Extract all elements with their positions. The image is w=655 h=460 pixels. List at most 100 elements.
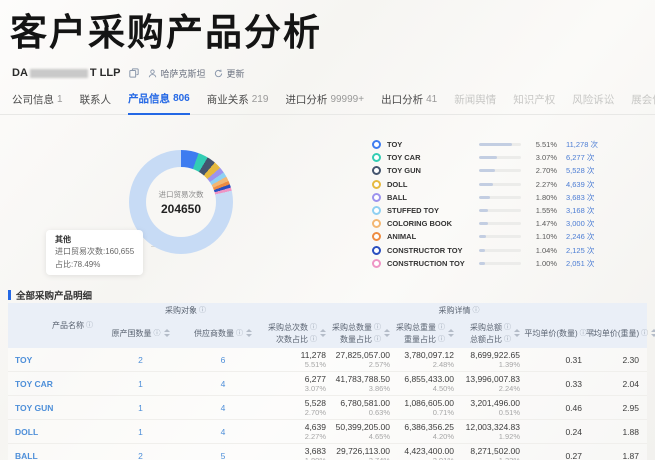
legend-count: 3,000 次	[566, 219, 595, 229]
legend-dot	[372, 192, 381, 202]
info-icon[interactable]	[86, 322, 93, 329]
avg-price-quantity-cell: 0.27	[524, 443, 596, 460]
legend-item-constructor-toy[interactable]: CONSTRUCTOR TOY 1.04% 2,125 次	[372, 244, 598, 257]
avg-price-quantity-cell: 0.46	[524, 395, 596, 420]
legend-item-stuffed-toy[interactable]: STUFFED TOY 1.55% 3,168 次	[372, 204, 598, 217]
tab-product-info[interactable]: 产品信息 806	[128, 88, 190, 115]
info-icon[interactable]	[641, 330, 648, 337]
tab-news[interactable]: 新闻舆情	[454, 88, 496, 114]
legend-label: TOY	[387, 140, 403, 150]
info-icon[interactable]	[199, 307, 206, 314]
col-total-amount: 采购总额 总额占比	[458, 318, 524, 348]
sort-icon[interactable]	[448, 329, 454, 337]
legend-percent: 1.04%	[535, 245, 557, 255]
legend-dot	[372, 166, 381, 176]
legend-item-construction-toy[interactable]: CONSTRUCTION TOY 1.00% 2,051 次	[372, 257, 598, 270]
legend-dot	[372, 245, 381, 255]
supplier-count[interactable]: 5	[178, 443, 268, 460]
avg-price-weight-cell: 2.04	[596, 371, 647, 396]
chart-legend: TOY 5.51% 11,278 次 TOY CAR 3.07% 6,277 次…	[372, 138, 598, 270]
donut-chart[interactable]: 进口贸易次数 204650	[129, 150, 233, 254]
person-icon	[148, 69, 157, 78]
sort-icon[interactable]	[164, 329, 170, 337]
tab-intellectual-property[interactable]: 知识产权	[513, 88, 555, 114]
product-name-link[interactable]: TOY GUN	[8, 395, 103, 420]
donut-center-value: 204650	[160, 201, 202, 216]
origin-country-count[interactable]: 2	[103, 443, 178, 460]
avg-price-weight-cell: 2.30	[596, 348, 647, 372]
origin-country-count[interactable]: 1	[103, 395, 178, 420]
total-times-cell: 6,277 3.07%	[268, 371, 330, 396]
info-icon[interactable]	[504, 324, 511, 331]
col-total-quantity: 采购总数量 数量占比	[330, 318, 394, 348]
legend-percent: 5.51%	[535, 140, 557, 150]
product-name-link[interactable]: DOLL	[8, 419, 103, 444]
tooltip-count: 进口贸易次数:160,655	[55, 247, 135, 257]
avg-price-weight-cell: 2.95	[596, 395, 647, 420]
legend-bar	[479, 143, 521, 147]
product-name-link[interactable]: TOY	[8, 348, 103, 372]
refresh-button[interactable]: 更新	[214, 67, 244, 80]
legend-item-doll[interactable]: DOLL 2.27% 4,639 次	[372, 178, 598, 191]
legend-bar	[479, 195, 521, 199]
tab-risk-litigation[interactable]: 风险诉讼	[572, 88, 614, 114]
sort-icon[interactable]	[384, 329, 390, 337]
info-icon[interactable]	[438, 336, 445, 343]
copy-icon[interactable]	[129, 68, 140, 78]
page: 客户采购产品分析 DA T LLP 哈萨克斯坦 更新 公司信息 1 联系人 产品信息…	[0, 0, 655, 460]
table-column-header-row: 原产国数量 供应商数量 采购总次数 次数占比 采购总数量 数量占比	[8, 318, 647, 348]
origin-country-count[interactable]: 2	[103, 348, 178, 372]
tab-business-relations[interactable]: 商业关系 219	[207, 88, 269, 114]
sort-icon[interactable]	[651, 329, 655, 337]
sort-icon[interactable]	[514, 329, 520, 337]
tab-export-analysis[interactable]: 出口分析 41	[381, 88, 437, 114]
info-icon[interactable]	[154, 330, 161, 337]
info-icon[interactable]	[236, 330, 243, 337]
legend-dot	[372, 206, 381, 216]
sort-icon[interactable]	[320, 329, 326, 337]
tab-company-info[interactable]: 公司信息 1	[12, 88, 63, 114]
legend-dot	[372, 232, 381, 242]
tab-import-analysis[interactable]: 进口分析 99999+	[285, 88, 364, 114]
sort-icon[interactable]	[246, 329, 252, 337]
supplier-count[interactable]: 4	[178, 419, 268, 444]
info-icon[interactable]	[374, 324, 381, 331]
legend-count: 5,528 次	[566, 166, 595, 176]
info-icon[interactable]	[310, 336, 317, 343]
table-row-ball: BALL 2 5 3,6831.80% 29,726,113.002.74% 4…	[8, 443, 647, 460]
tab-contacts[interactable]: 联系人	[80, 88, 112, 114]
legend-item-ball[interactable]: BALL 1.80% 3,683 次	[372, 191, 598, 204]
legend-count: 4,639 次	[566, 179, 595, 189]
legend-bar	[479, 182, 521, 186]
tooltip-percent: 占比:78.49%	[55, 259, 101, 269]
product-name-link[interactable]: TOY CAR	[8, 371, 103, 396]
company-row: DA T LLP 哈萨克斯坦 更新	[12, 66, 244, 80]
info-icon[interactable]	[374, 336, 381, 343]
legend-item-animal[interactable]: ANIMAL 1.10% 2,246 次	[372, 230, 598, 243]
legend-item-toy-gun[interactable]: TOY GUN 2.70% 5,528 次	[372, 164, 598, 177]
legend-percent: 3.07%	[535, 153, 557, 163]
legend-count: 11,278 次	[566, 140, 598, 150]
legend-label: STUFFED TOY	[387, 206, 439, 216]
total-amount-cell: 13,996,007.83 2.24%	[458, 371, 524, 396]
tab-exhibition-info[interactable]: 展会信息	[631, 88, 655, 114]
legend-item-coloring-book[interactable]: COLORING BOOK 1.47% 3,000 次	[372, 217, 598, 230]
total-weight-cell: 1,086,605.00 0.71%	[394, 395, 458, 420]
total-weight-cell: 6,386,356.25 4.20%	[394, 419, 458, 444]
supplier-count[interactable]: 4	[178, 371, 268, 396]
info-icon[interactable]	[438, 324, 445, 331]
legend-item-toy[interactable]: TOY 5.51% 11,278 次	[372, 138, 598, 151]
total-weight-cell: 4,423,400.002.91%	[394, 443, 458, 460]
table-group-header-row: 产品名称 采购对象 采购详情	[8, 303, 647, 348]
legend-item-toy-car[interactable]: TOY CAR 3.07% 6,277 次	[372, 151, 598, 164]
product-name-link[interactable]: BALL	[8, 443, 103, 460]
info-icon[interactable]	[310, 324, 317, 331]
info-icon[interactable]	[504, 336, 511, 343]
origin-country-count[interactable]: 1	[103, 371, 178, 396]
info-icon[interactable]	[473, 307, 480, 314]
table-row-toy-gun: TOY GUN 1 4 5,528 2.70% 6,780,581.00 0.63%…	[8, 395, 647, 420]
supplier-count[interactable]: 6	[178, 348, 268, 372]
origin-country-count[interactable]: 1	[103, 419, 178, 444]
supplier-count[interactable]: 4	[178, 395, 268, 420]
legend-dot	[372, 179, 381, 189]
